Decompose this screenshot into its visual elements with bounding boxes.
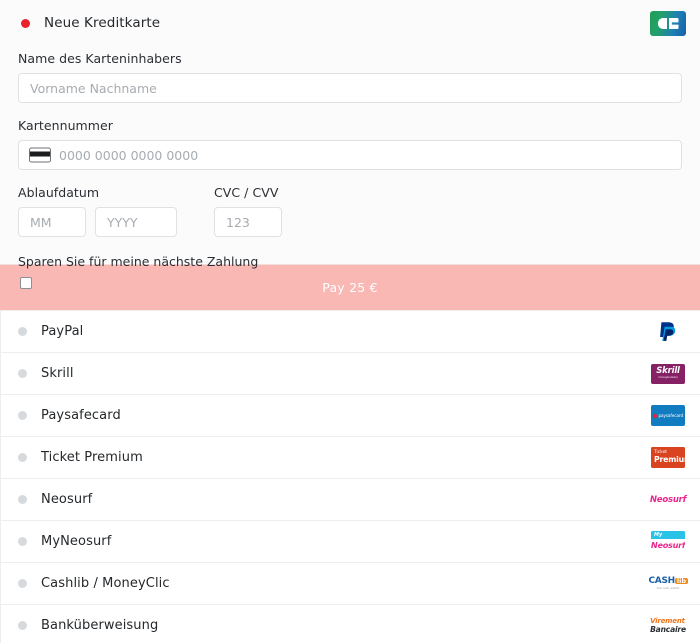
- payment-method-label: Paysafecard: [41, 408, 121, 423]
- radio-myneosurf[interactable]: [18, 537, 27, 546]
- ticket-premium-wordmark: Premium: [654, 455, 692, 465]
- myneosurf-logo-icon: My Neosurf: [650, 529, 686, 554]
- radio-neosurf[interactable]: [18, 495, 27, 504]
- cashlib-wordmark: CASH: [648, 575, 676, 586]
- expiry-group: Ablaufdatum: [18, 170, 214, 237]
- paysafecard-wordmark: paysafecard: [658, 413, 684, 418]
- payment-method-skrill[interactable]: Skrill Skrill moneybookers: [0, 353, 700, 395]
- myneosurf-wordmark: Neosurf: [651, 540, 685, 551]
- cardholder-name-input[interactable]: [18, 73, 682, 103]
- payment-method-label: Banküberweisung: [41, 618, 159, 633]
- new-credit-card-panel[interactable]: Neue Kreditkarte Name des Karteninhabers…: [0, 0, 700, 289]
- paypal-logo-icon: [650, 319, 686, 344]
- radio-ticket-premium[interactable]: [18, 453, 27, 462]
- cashlib-logo-icon: CASH lib the cash wallet: [648, 571, 688, 596]
- virement-wordmark: Bancaire: [650, 624, 686, 634]
- paysafecard-logo-icon: paysafecard: [650, 403, 686, 428]
- expiry-cvc-row: Ablaufdatum CVC / CVV: [18, 170, 682, 237]
- payment-method-label: Neosurf: [41, 492, 93, 507]
- credit-card-radio-selected[interactable]: [21, 18, 30, 28]
- card-number-input[interactable]: [18, 140, 682, 170]
- skrill-wordmark: Skrill: [656, 366, 680, 377]
- payment-method-ticket-premium[interactable]: Ticket Premium Ticket Premium: [0, 437, 700, 479]
- expiry-month-input[interactable]: [18, 207, 86, 237]
- card-number-field-wrapper: [18, 140, 682, 170]
- expiry-date-label: Ablaufdatum: [18, 185, 100, 200]
- payment-method-label: Cashlib / MoneyClic: [41, 576, 170, 591]
- payment-method-paysafecard[interactable]: Paysafecard paysafecard: [0, 395, 700, 437]
- credit-card-header-label: Neue Kreditkarte: [44, 15, 161, 31]
- card-number-label: Kartennummer: [18, 118, 113, 133]
- radio-skrill[interactable]: [18, 369, 27, 378]
- payment-method-neosurf[interactable]: Neosurf Neosurf: [0, 479, 700, 521]
- radio-cashlib[interactable]: [18, 579, 27, 588]
- cb-cartes-bancaires-icon: [650, 11, 686, 36]
- paypal-icon: [660, 321, 676, 341]
- payment-method-label: PayPal: [41, 324, 84, 339]
- expiry-year-input[interactable]: [95, 207, 177, 237]
- skrill-subtext: moneybookers: [658, 376, 678, 380]
- neosurf-wordmark: Neosurf: [649, 494, 687, 505]
- cashlib-accent-text: lib: [675, 576, 688, 585]
- payment-page: Neue Kreditkarte Name des Karteninhabers…: [0, 0, 700, 643]
- credit-card-icon: [29, 147, 51, 163]
- payment-method-bank-transfer[interactable]: Banküberweisung Virement Bancaire: [0, 605, 700, 643]
- ticket-premium-logo-icon: Ticket Premium: [650, 445, 692, 470]
- cardholder-name-label: Name des Karteninhabers: [18, 51, 182, 66]
- payment-method-list: PayPal Skrill Skrill moneybookers Paysaf…: [0, 311, 700, 643]
- save-card-checkbox[interactable]: [20, 277, 32, 289]
- skrill-logo-icon: Skrill moneybookers: [650, 361, 686, 386]
- payment-method-myneosurf[interactable]: MyNeosurf My Neosurf: [0, 521, 700, 563]
- cvc-input[interactable]: [214, 207, 282, 237]
- save-card-label: Sparen Sie für meine nächste Zahlung: [18, 254, 259, 269]
- cvc-label: CVC / CVV: [214, 185, 279, 200]
- radio-paysafecard[interactable]: [18, 411, 27, 420]
- cashlib-subtext: the cash wallet: [656, 586, 680, 591]
- radio-bank-transfer[interactable]: [18, 621, 27, 630]
- cvc-group: CVC / CVV: [214, 170, 364, 237]
- payment-method-label: Ticket Premium: [41, 450, 143, 465]
- virement-top-text: Virement: [650, 616, 685, 625]
- radio-paypal[interactable]: [18, 327, 27, 336]
- myneosurf-top-text: My: [654, 531, 663, 538]
- new-credit-card-header[interactable]: Neue Kreditkarte: [18, 10, 686, 36]
- payment-method-cashlib-moneyclic[interactable]: Cashlib / MoneyClic CASH lib the cash wa…: [0, 563, 700, 605]
- payment-method-label: MyNeosurf: [41, 534, 112, 549]
- payment-method-label: Skrill: [41, 366, 74, 381]
- virement-bancaire-logo-icon: Virement Bancaire: [650, 613, 686, 638]
- pay-button[interactable]: Pay 25 €: [0, 265, 700, 311]
- neosurf-logo-icon: Neosurf: [649, 487, 687, 512]
- payment-method-paypal[interactable]: PayPal: [0, 311, 700, 353]
